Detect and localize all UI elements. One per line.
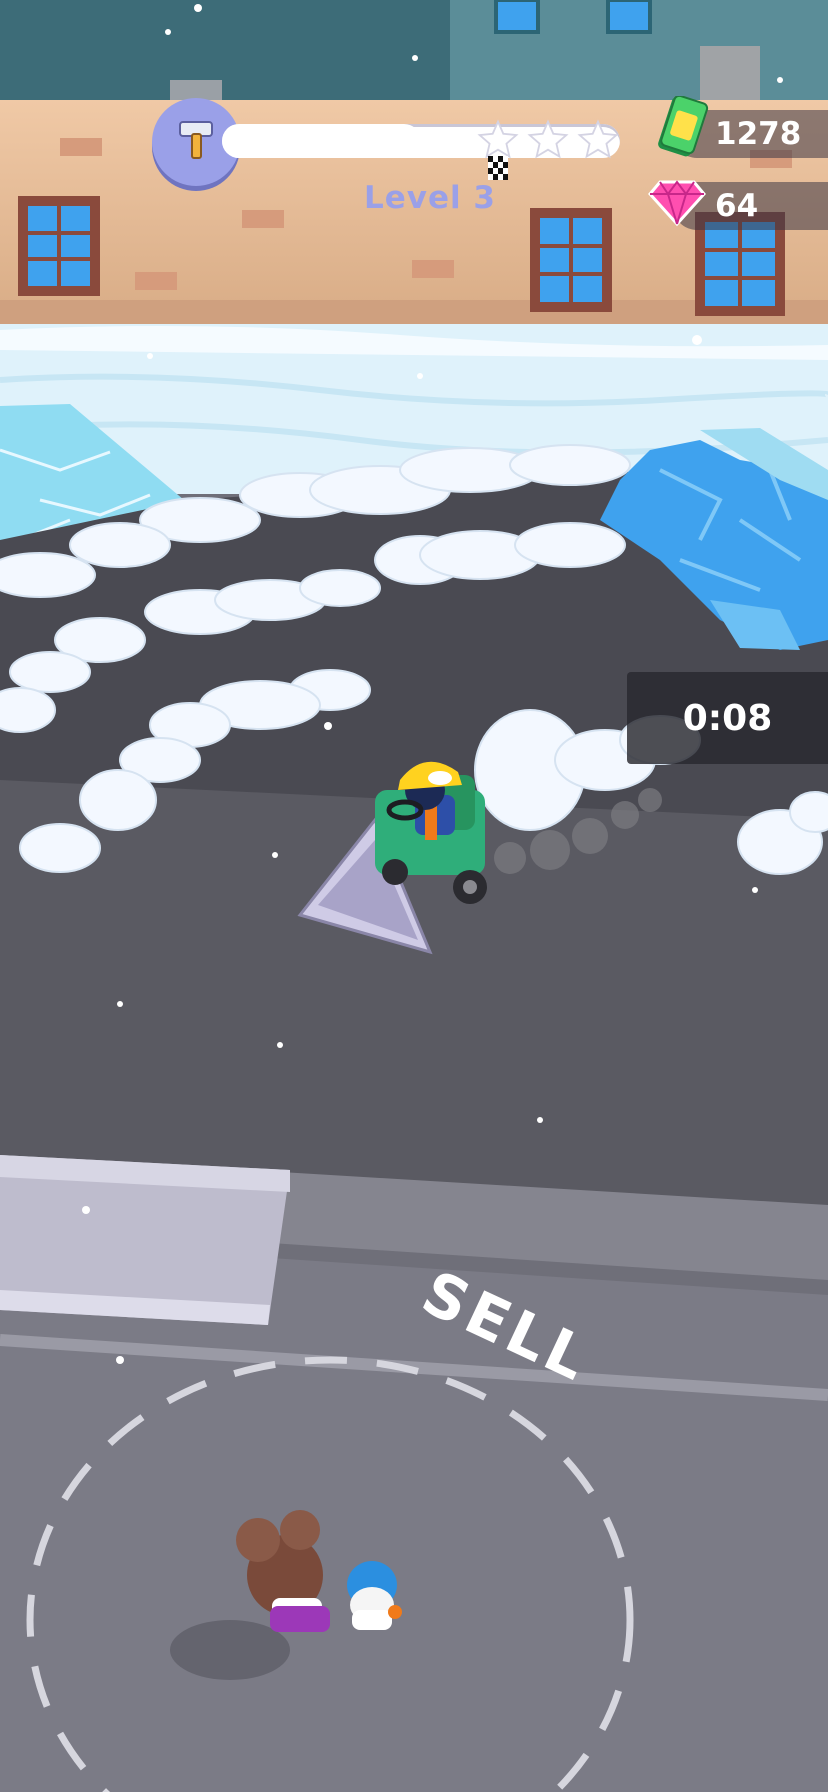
gem-icon <box>648 176 706 232</box>
countdown-timer: 0:08 <box>627 672 828 764</box>
upper-building <box>0 0 828 110</box>
wall-window <box>530 208 612 312</box>
level-progress-fill <box>222 124 421 158</box>
cash-amount: 1278 <box>715 116 802 152</box>
star-icon <box>526 118 570 164</box>
timer-value: 0:08 <box>682 697 773 739</box>
level-label: Level 3 <box>364 180 496 216</box>
wall-window <box>18 196 100 296</box>
cash-icon <box>652 94 712 164</box>
hammer-icon <box>172 116 220 168</box>
star-icon <box>576 118 620 164</box>
game-world <box>0 0 828 1792</box>
gem-amount: 64 <box>715 188 759 224</box>
concrete-barrier <box>0 1155 290 1325</box>
